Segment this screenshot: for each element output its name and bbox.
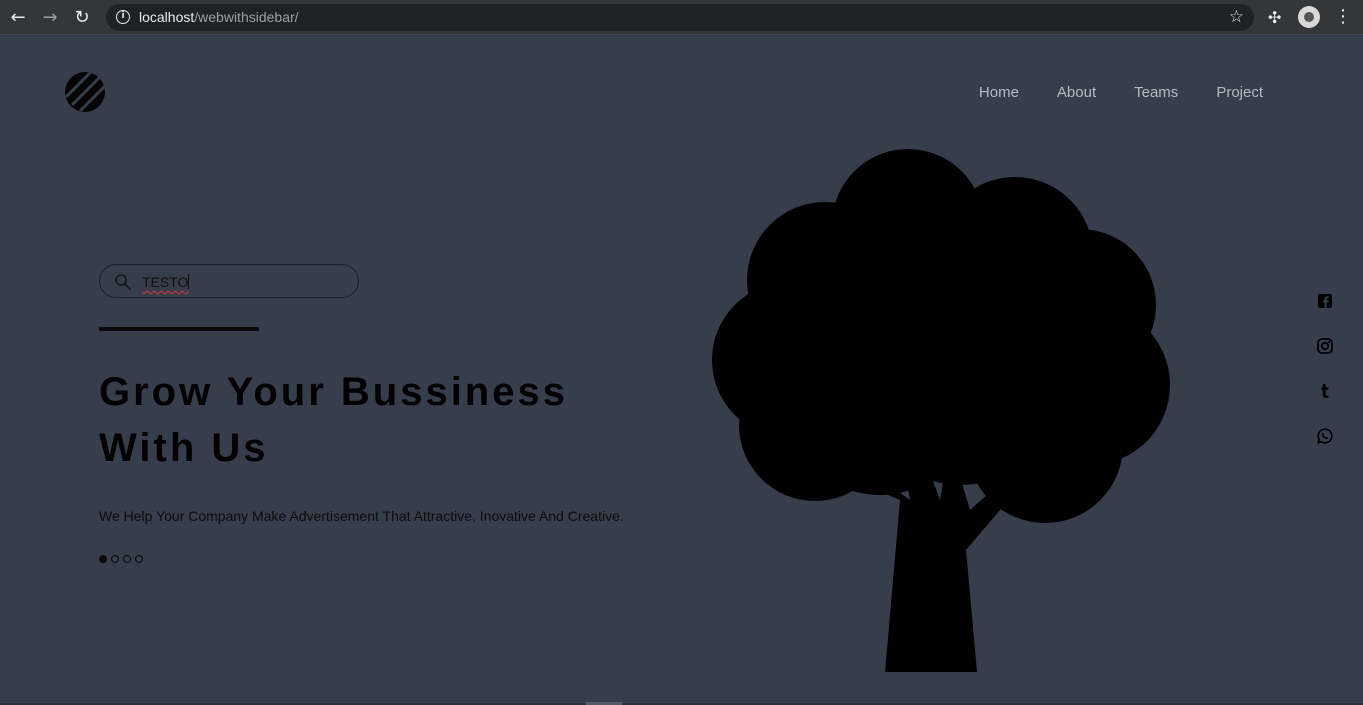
search-input[interactable]: TESTO: [99, 264, 359, 298]
slider-dot[interactable]: [135, 555, 143, 563]
nav-about[interactable]: About: [1057, 84, 1096, 101]
headline-line-1: Grow Your Bussiness: [99, 370, 568, 414]
url-text[interactable]: localhost/webwithsidebar/: [139, 9, 299, 25]
brand-logo[interactable]: [64, 71, 106, 113]
accent-divider: [99, 327, 259, 331]
nav-teams[interactable]: Teams: [1134, 84, 1178, 101]
social-sidebar: [1316, 292, 1336, 472]
text-caret: [188, 274, 189, 289]
search-icon: [115, 274, 132, 291]
forward-icon[interactable]: →: [40, 8, 60, 28]
browser-toolbar: ← → ↻ i localhost/webwithsidebar/ ☆ ✣ ⋮: [0, 0, 1363, 35]
menu-kebab-icon[interactable]: ⋮: [1334, 6, 1352, 27]
url-path: /webwithsidebar/: [194, 9, 299, 25]
bookmark-star-icon[interactable]: ☆: [1229, 7, 1244, 27]
slider-dot[interactable]: [99, 555, 107, 563]
address-bar[interactable]: i localhost/webwithsidebar/ ☆: [106, 4, 1254, 31]
reload-icon[interactable]: ↻: [72, 8, 92, 28]
url-host: localhost: [139, 9, 195, 25]
slider-dot[interactable]: [123, 555, 131, 563]
headline-line-2: With Us: [99, 426, 269, 470]
profile-avatar[interactable]: [1298, 6, 1320, 28]
search-value: TESTO: [142, 274, 189, 290]
tree-illustration: [712, 149, 1170, 672]
tumblr-icon[interactable]: [1316, 382, 1334, 400]
slider-dots: [99, 555, 143, 563]
facebook-icon[interactable]: [1316, 292, 1334, 310]
hero-headline: Grow Your Bussiness With Us: [99, 364, 699, 476]
nav-project[interactable]: Project: [1216, 84, 1263, 101]
nav-home[interactable]: Home: [979, 84, 1019, 101]
main-nav: Home About Teams Project: [979, 84, 1263, 101]
whatsapp-icon[interactable]: [1316, 427, 1334, 445]
instagram-icon[interactable]: [1316, 337, 1334, 355]
hero-subtitle: We Help Your Company Make Advertisement …: [99, 508, 624, 524]
site-info-icon[interactable]: i: [116, 10, 130, 24]
back-icon[interactable]: ←: [8, 8, 28, 28]
extensions-puzzle-icon[interactable]: ✣: [1268, 8, 1281, 27]
slider-dot[interactable]: [111, 555, 119, 563]
